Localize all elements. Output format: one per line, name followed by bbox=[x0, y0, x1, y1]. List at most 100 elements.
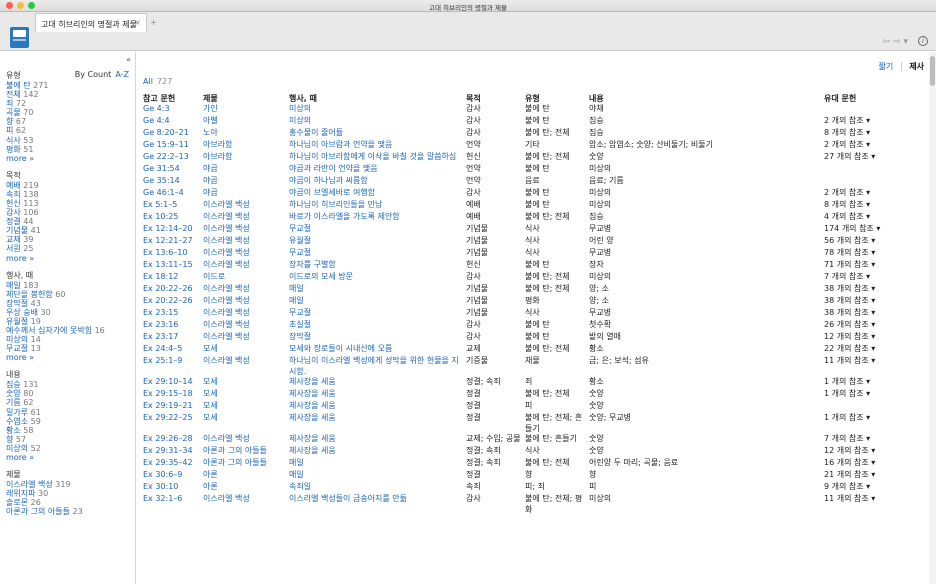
offerer-link[interactable]: 노아 bbox=[203, 128, 289, 140]
references-dropdown[interactable]: 1 개의 참조 ▾ bbox=[824, 413, 928, 434]
occasion-link[interactable]: 매일 bbox=[289, 470, 466, 482]
references-dropdown[interactable]: 26 개의 참조 ▾ bbox=[824, 320, 928, 332]
reference-link[interactable]: Ex 29:35–42 bbox=[143, 458, 203, 470]
facet-item[interactable]: 서원 25 bbox=[6, 244, 129, 253]
offerer-link[interactable]: 이스라엘 백성 bbox=[203, 200, 289, 212]
reference-link[interactable]: Ex 29:22–25 bbox=[143, 413, 203, 434]
facet-item[interactable]: 평화 51 bbox=[6, 145, 129, 154]
occasion-link[interactable]: 무교절 bbox=[289, 224, 466, 236]
occasion-link[interactable]: 매일 bbox=[289, 458, 466, 470]
references-dropdown[interactable]: 38 개의 참조 ▾ bbox=[824, 296, 928, 308]
reference-link[interactable]: Ex 20:22–26 bbox=[143, 284, 203, 296]
occasion-link[interactable]: 장자를 구별함 bbox=[289, 260, 466, 272]
occasion-link[interactable]: 제사장을 세움 bbox=[289, 413, 466, 434]
offerer-link[interactable]: 이스라엘 백성 bbox=[203, 260, 289, 272]
offerer-link[interactable]: 모세 bbox=[203, 389, 289, 401]
facet-item[interactable]: 향 57 bbox=[6, 435, 129, 444]
offerer-link[interactable]: 아브라함 bbox=[203, 152, 289, 164]
references-dropdown[interactable]: 16 개의 참조 ▾ bbox=[824, 458, 928, 470]
references-dropdown[interactable]: 11 개의 참조 ▾ bbox=[824, 494, 928, 515]
reference-link[interactable]: Ex 5:1–5 bbox=[143, 200, 203, 212]
offerer-link[interactable]: 아론과 그의 아들들 bbox=[203, 458, 289, 470]
facet-item[interactable]: 불에 탄 271 bbox=[6, 81, 129, 90]
column-header[interactable]: 제물 bbox=[203, 92, 289, 104]
references-dropdown[interactable]: 2 개의 참조 ▾ bbox=[824, 116, 928, 128]
facet-item[interactable]: 우상 숭배 30 bbox=[6, 308, 129, 317]
facet-more-link[interactable]: more » bbox=[6, 154, 129, 164]
references-dropdown[interactable]: 1 개의 참조 ▾ bbox=[824, 389, 928, 401]
offerer-link[interactable]: 모세 bbox=[203, 344, 289, 356]
references-dropdown[interactable]: 1 개의 참조 ▾ bbox=[824, 377, 928, 389]
reference-link[interactable]: Ex 23:17 bbox=[143, 332, 203, 344]
references-dropdown[interactable]: 56 개의 참조 ▾ bbox=[824, 236, 928, 248]
offerer-link[interactable]: 이드로 bbox=[203, 272, 289, 284]
scroll-thumb[interactable] bbox=[930, 56, 935, 86]
references-dropdown[interactable]: 11 개의 참조 ▾ bbox=[824, 356, 928, 377]
facet-item[interactable]: 향 67 bbox=[6, 117, 129, 126]
close-tab-icon[interactable]: × bbox=[134, 18, 141, 27]
offerer-link[interactable]: 아브라함 bbox=[203, 140, 289, 152]
column-header[interactable]: 유형 bbox=[525, 92, 589, 104]
offerer-link[interactable]: 이스라엘 백성 bbox=[203, 434, 289, 446]
occasion-link[interactable]: 하나님이 이스라엘 백성에게 성막을 위한 헌물을 지시함. bbox=[289, 356, 466, 377]
references-dropdown[interactable]: 8 개의 참조 ▾ bbox=[824, 200, 928, 212]
nav-arrows-icon[interactable]: ⇦ ⇨ ▾ bbox=[883, 37, 908, 47]
facet-more-link[interactable]: more » bbox=[6, 453, 129, 463]
facet-item[interactable]: 감사 106 bbox=[6, 208, 129, 217]
all-filter[interactable]: All 727 bbox=[143, 77, 172, 86]
info-icon[interactable]: i bbox=[918, 36, 928, 46]
offerer-link[interactable]: 이스라엘 백성 bbox=[203, 236, 289, 248]
reference-link[interactable]: Ge 35:14 bbox=[143, 176, 203, 188]
facet-item[interactable]: 레위지파 30 bbox=[6, 489, 129, 498]
occasion-link[interactable]: 하나님이 히브리인들을 만남 bbox=[289, 200, 466, 212]
column-header[interactable]: 행사, 때 bbox=[289, 92, 466, 104]
offerer-link[interactable]: 이스라엘 백성 bbox=[203, 308, 289, 320]
references-dropdown[interactable]: 8 개의 참조 ▾ bbox=[824, 128, 928, 140]
occasion-link[interactable]: 하나님이 아브람과 언약을 맺음 bbox=[289, 140, 466, 152]
facet-item[interactable]: 정결 44 bbox=[6, 217, 129, 226]
reference-link[interactable]: Ge 22:2–13 bbox=[143, 152, 203, 164]
scrollbar[interactable] bbox=[929, 52, 936, 584]
occasion-link[interactable]: 초실절 bbox=[289, 320, 466, 332]
reference-link[interactable]: Ge 31:54 bbox=[143, 164, 203, 176]
facet-item[interactable]: 예배 219 bbox=[6, 181, 129, 190]
references-dropdown[interactable]: 2 개의 참조 ▾ bbox=[824, 140, 928, 152]
view-brief-link[interactable]: 짧기 bbox=[879, 62, 894, 71]
references-dropdown[interactable]: 22 개의 참조 ▾ bbox=[824, 344, 928, 356]
facet-item[interactable]: 매일 183 bbox=[6, 281, 129, 290]
occasion-link[interactable]: 모세와 장로들이 시내산에 오름 bbox=[289, 344, 466, 356]
facet-item[interactable]: 황소 58 bbox=[6, 426, 129, 435]
column-header[interactable]: 참고 문헌 bbox=[143, 92, 203, 104]
offerer-link[interactable]: 모세 bbox=[203, 413, 289, 434]
facet-item[interactable]: 이스라엘 백성 319 bbox=[6, 480, 129, 489]
sort-by-count-button[interactable]: By Count bbox=[75, 70, 112, 79]
reference-link[interactable]: Ge 8:20–21 bbox=[143, 128, 203, 140]
facet-item[interactable]: 수염소 59 bbox=[6, 417, 129, 426]
occasion-link[interactable]: 속죄일 bbox=[289, 482, 466, 494]
facet-item[interactable]: 밀가루 61 bbox=[6, 408, 129, 417]
references-dropdown[interactable]: 12 개의 참조 ▾ bbox=[824, 332, 928, 344]
column-header[interactable]: 내용 bbox=[589, 92, 824, 104]
facet-item[interactable]: 미상의 52 bbox=[6, 444, 129, 453]
occasion-link[interactable]: 제사장을 세움 bbox=[289, 434, 466, 446]
offerer-link[interactable]: 이스라엘 백성 bbox=[203, 248, 289, 260]
reference-link[interactable]: Ex 12:21–27 bbox=[143, 236, 203, 248]
references-dropdown[interactable]: 38 개의 참조 ▾ bbox=[824, 308, 928, 320]
occasion-link[interactable]: 매일 bbox=[289, 296, 466, 308]
offerer-link[interactable]: 아론 bbox=[203, 470, 289, 482]
offerer-link[interactable]: 이스라엘 백성 bbox=[203, 494, 289, 515]
offerer-link[interactable]: 야곱 bbox=[203, 176, 289, 188]
offerer-link[interactable]: 이스라엘 백성 bbox=[203, 320, 289, 332]
offerer-link[interactable]: 이스라엘 백성 bbox=[203, 356, 289, 377]
offerer-link[interactable]: 모세 bbox=[203, 377, 289, 389]
column-header[interactable]: 유대 문헌 bbox=[824, 92, 928, 104]
facet-item[interactable]: 전체 142 bbox=[6, 90, 129, 99]
offerer-link[interactable]: 가인 bbox=[203, 104, 289, 116]
references-dropdown[interactable]: 78 개의 참조 ▾ bbox=[824, 248, 928, 260]
reference-link[interactable]: Ex 12:14–20 bbox=[143, 224, 203, 236]
references-dropdown[interactable]: 27 개의 참조 ▾ bbox=[824, 152, 928, 164]
reference-link[interactable]: Ex 29:26–28 bbox=[143, 434, 203, 446]
offerer-link[interactable]: 아론과 그의 아들들 bbox=[203, 446, 289, 458]
occasion-link[interactable]: 유월절 bbox=[289, 236, 466, 248]
facet-item[interactable]: 식사 53 bbox=[6, 136, 129, 145]
